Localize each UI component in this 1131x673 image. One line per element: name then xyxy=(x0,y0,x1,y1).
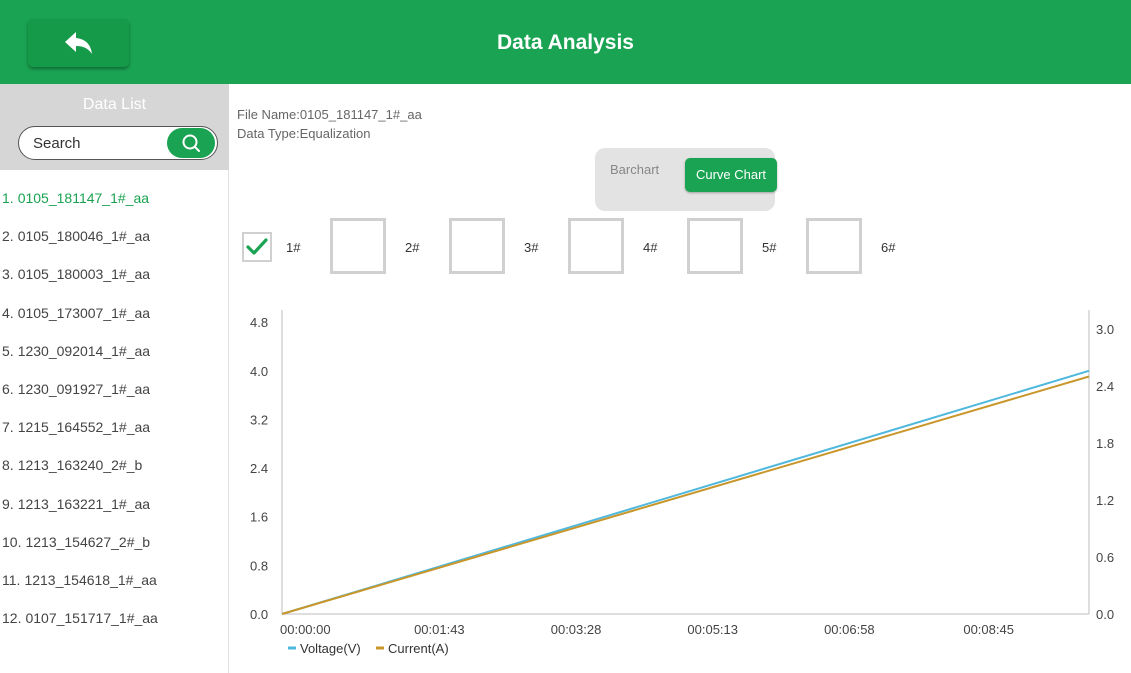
list-item-index: 8. xyxy=(2,457,14,474)
list-item-index: 10. xyxy=(2,533,22,550)
list-item[interactable]: 7. 1215_164552_1#_aa xyxy=(0,416,229,454)
list-item[interactable]: 3. 0105_180003_1#_aa xyxy=(0,263,229,301)
list-item[interactable]: 2. 0105_180046_1#_aa xyxy=(0,225,229,263)
chart-type-toggle: Barchart Curve Chart xyxy=(595,148,777,211)
list-item-index: 1. xyxy=(2,190,14,206)
channel-checkbox-1[interactable] xyxy=(242,232,272,262)
left-axis-tick-label: 2.4 xyxy=(250,461,268,476)
list-item-index: 5. xyxy=(2,342,14,359)
channel-checkbox-6[interactable] xyxy=(806,218,862,274)
channel-label-3: 3# xyxy=(524,240,539,255)
left-axis-tick-label: 4.8 xyxy=(250,315,268,330)
x-axis-tick-label: 00:06:58 xyxy=(824,622,875,637)
x-axis-tick-label: 00:01:43 xyxy=(414,622,465,637)
list-item-name: 0107_151717_1#_aa xyxy=(25,610,158,627)
channel-label-6: 6# xyxy=(881,240,896,255)
list-item[interactable]: 8. 1213_163240_2#_b xyxy=(0,454,229,492)
header-bar: Data Analysis xyxy=(0,0,1131,84)
data-type-text: Data Type:Equalization xyxy=(237,126,371,141)
list-item-name: 1213_154627_2#_b xyxy=(25,533,151,550)
list-item-index: 9. xyxy=(2,495,14,512)
channel-checkbox-2[interactable] xyxy=(330,218,386,274)
right-axis-tick-label: 3.0 xyxy=(1096,322,1114,337)
list-item[interactable]: 5. 1230_092014_1#_aa xyxy=(0,340,229,378)
x-axis-tick-label: 00:00:00 xyxy=(280,622,331,637)
search-box xyxy=(18,126,218,160)
left-axis-tick-label: 4.0 xyxy=(250,364,268,379)
channel-checkbox-3[interactable] xyxy=(449,218,505,274)
channel-checkbox-5[interactable] xyxy=(687,218,743,274)
channel-label-5: 5# xyxy=(762,240,777,255)
list-item[interactable]: 4. 0105_173007_1#_aa xyxy=(0,302,229,340)
list-item-index: 2. xyxy=(2,228,14,245)
checkmark-icon xyxy=(246,238,268,255)
list-item-name: 0105_181147_1#_aa xyxy=(17,190,150,206)
page-title: Data Analysis xyxy=(497,31,634,54)
list-item-name: 1215_164552_1#_aa xyxy=(17,419,151,436)
sidebar: Data List 1.0105_181147_1#_aa2.0105_1800… xyxy=(0,84,229,673)
barchart-option[interactable]: Barchart xyxy=(610,162,659,177)
right-axis-tick-label: 0.6 xyxy=(1096,550,1114,565)
list-item[interactable]: 9. 1213_163221_1#_aa xyxy=(0,493,229,531)
right-axis-tick-label: 0.0 xyxy=(1096,607,1114,622)
list-item-index: 7. xyxy=(2,419,14,436)
series-line-current xyxy=(281,375,1090,615)
x-axis-tick-label: 00:03:28 xyxy=(551,622,602,637)
left-axis-tick-label: 0.8 xyxy=(250,558,268,573)
channel-label-2: 2# xyxy=(405,240,420,255)
legend-label: Voltage(V) xyxy=(300,641,361,656)
list-item[interactable]: 10. 1213_154627_2#_b xyxy=(0,531,229,569)
list-item-name: 1213_154618_1#_aa xyxy=(24,571,157,588)
app-window: Data Analysis Data List 1.0105_181147_1#… xyxy=(0,0,1131,673)
list-item-index: 6. xyxy=(2,380,14,397)
left-axis-tick-label: 0.0 xyxy=(250,607,268,622)
list-item-name: 1213_163221_1#_aa xyxy=(17,495,151,512)
list-item-index: 4. xyxy=(2,304,14,321)
list-item[interactable]: 6. 1230_091927_1#_aa xyxy=(0,378,229,416)
file-name-text: File Name:0105_181147_1#_aa xyxy=(237,107,422,122)
left-axis-tick-label: 1.6 xyxy=(250,510,268,525)
main-panel: File Name:0105_181147_1#_aa Data Type:Eq… xyxy=(230,84,1131,673)
list-item-index: 3. xyxy=(2,266,14,283)
list-item-name: 0105_180003_1#_aa xyxy=(17,266,151,283)
legend-label: Current(A) xyxy=(388,641,449,656)
list-item[interactable]: 1. 0105_181147_1#_aa xyxy=(0,187,229,225)
left-axis-tick-label: 3.2 xyxy=(250,412,268,427)
data-list-title: Data List xyxy=(82,96,147,113)
channel-checkbox-4[interactable] xyxy=(568,218,624,274)
list-item-name: 1230_092014_1#_aa xyxy=(17,342,151,359)
list-item-name: 1213_163240_2#_b xyxy=(17,457,143,474)
curve-chart-option[interactable]: Curve Chart xyxy=(685,158,777,192)
list-item[interactable]: 12. 0107_151717_1#_aa xyxy=(0,607,229,645)
file-list: 1. 0105_181147_1#_aa 2. 0105_180046_1#_aa 3.… xyxy=(0,187,229,645)
x-axis-tick-label: 00:08:45 xyxy=(963,622,1014,637)
sidebar-header: Data List xyxy=(0,84,229,170)
search-button[interactable] xyxy=(167,128,215,158)
list-item[interactable]: 11. 1213_154618_1#_aa xyxy=(0,569,229,607)
right-axis-tick-label: 1.8 xyxy=(1096,436,1114,451)
right-axis-tick-label: 1.2 xyxy=(1096,493,1114,508)
channel-label-4: 4# xyxy=(643,240,658,255)
search-input[interactable] xyxy=(33,127,163,159)
list-item-name: 1230_091927_1#_aa xyxy=(17,380,151,397)
search-icon xyxy=(182,134,200,152)
list-item-index: 11. xyxy=(2,571,21,588)
list-item-index: 12. xyxy=(2,610,22,627)
right-axis-tick-label: 2.4 xyxy=(1096,379,1114,394)
list-item-name: 0105_180046_1#_aa xyxy=(17,228,151,245)
line-chart: 0.0 0.8 1.6 2.4 3.2 4.0 4.8 0.0 0.6 1.2 1.8 2.4 3.0 0… xyxy=(250,310,1114,656)
x-axis-tick-label: 00:05:13 xyxy=(687,622,738,637)
list-item-name: 0105_173007_1#_aa xyxy=(17,304,151,321)
channel-label-1: 1# xyxy=(286,240,301,255)
file-info: File Name:0105_181147_1#_aa Data Type:Eq… xyxy=(237,105,422,143)
